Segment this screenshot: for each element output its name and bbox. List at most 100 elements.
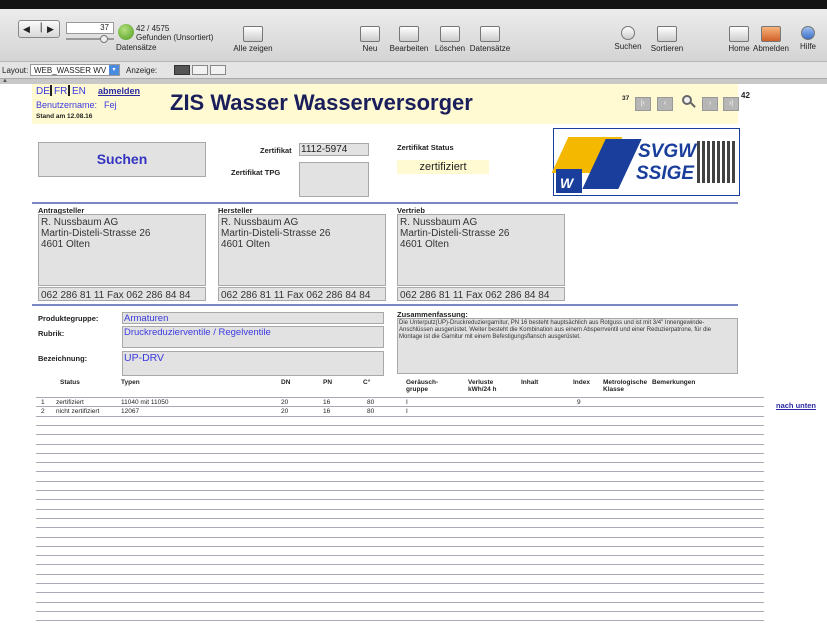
lang-de-link[interactable]: DE bbox=[36, 86, 50, 97]
table-grid-line bbox=[36, 471, 764, 472]
found-label: Gefunden (Unsortiert) bbox=[136, 33, 214, 42]
distributor-address-field[interactable]: R. Nussbaum AG Martin-Disteli-Strasse 26 4… bbox=[397, 214, 565, 286]
col-types-header: Typen bbox=[121, 379, 140, 386]
first-record-button[interactable]: |‹ bbox=[635, 97, 651, 111]
manufacturer-address-field[interactable]: R. Nussbaum AG Martin-Disteli-Strasse 26 4… bbox=[218, 214, 386, 286]
toolbar: ◀ ❘ ▶ 37 42 / 4575 Gefunden (Unsortiert)… bbox=[0, 9, 827, 62]
records-menu-button[interactable]: Datensätze bbox=[468, 26, 512, 53]
logo-ssige-text: SSIGE bbox=[636, 163, 695, 184]
record-number-input[interactable]: 37 bbox=[66, 22, 114, 34]
designation-label: Bezeichnung: bbox=[38, 354, 88, 363]
records-label: Datensätze bbox=[116, 43, 157, 52]
edit-button[interactable]: Bearbeiten bbox=[386, 26, 432, 53]
table-grid-line bbox=[36, 537, 764, 538]
home-button[interactable]: Home bbox=[725, 26, 753, 53]
table-grid-line bbox=[36, 509, 764, 510]
distributor-phone-field[interactable]: 062 286 81 11 Fax 062 286 84 84 bbox=[397, 287, 565, 301]
col-loss-header: Verluste bbox=[468, 379, 494, 386]
lang-divider bbox=[50, 85, 52, 96]
row-types: 12067 bbox=[121, 408, 140, 415]
nav-total-number: 42 bbox=[741, 91, 750, 100]
col-dn-header: DN bbox=[281, 379, 291, 386]
product-group-field[interactable]: Armaturen bbox=[122, 312, 384, 324]
new-button[interactable]: Neu bbox=[355, 26, 385, 53]
table-row[interactable]: 2 nicht zertifiziert 12067 20 16 80 I bbox=[36, 407, 764, 416]
row-dn: 20 bbox=[281, 399, 289, 406]
magnifier-icon bbox=[621, 26, 635, 40]
applicant-phone-field[interactable]: 062 286 81 11 Fax 062 286 84 84 bbox=[38, 287, 206, 301]
next-record-icon[interactable]: ▶ bbox=[47, 24, 54, 35]
certificate-label: Zertifikat bbox=[260, 146, 292, 155]
certificate-status-label: Zertifikat Status bbox=[397, 143, 454, 152]
page-title: ZIS Wasser Wasserversorger bbox=[170, 90, 473, 115]
prev-record-icon[interactable]: ◀ bbox=[23, 24, 30, 35]
applicant-city: 4601 Olten bbox=[41, 239, 90, 250]
table-header: Status Typen DN PN C° Geräusch- gruppe V… bbox=[36, 379, 764, 397]
distributor-name: R. Nussbaum AG bbox=[400, 217, 478, 228]
record-counts: 42 / 4575 bbox=[136, 24, 170, 33]
table-view-icon[interactable] bbox=[210, 65, 226, 75]
category-label: Rubrik: bbox=[38, 329, 65, 338]
col-metro-header-2: Klasse bbox=[603, 386, 624, 393]
home-icon bbox=[729, 26, 749, 42]
next-icon: › bbox=[708, 100, 712, 107]
scroll-down-link[interactable]: nach unten bbox=[776, 401, 816, 410]
logout-link[interactable]: abmelden bbox=[98, 86, 140, 96]
row-noise: I bbox=[406, 408, 408, 415]
form-view-icon[interactable] bbox=[174, 65, 190, 75]
applicant-address-field[interactable]: R. Nussbaum AG Martin-Disteli-Strasse 26 4… bbox=[38, 214, 206, 286]
view-label: Anzeige: bbox=[126, 66, 158, 75]
last-record-button[interactable]: ›| bbox=[723, 97, 739, 111]
certificate-tpg-field[interactable] bbox=[299, 162, 369, 197]
help-button[interactable]: Hilfe bbox=[794, 26, 822, 51]
record-navigator[interactable]: ◀ ❘ ▶ bbox=[18, 20, 60, 38]
table-grid-line bbox=[36, 527, 764, 528]
edit-icon bbox=[399, 26, 419, 42]
col-remarks-header: Bemerkungen bbox=[652, 379, 696, 386]
certificate-status-value: zertifiziert bbox=[397, 160, 489, 174]
layout-bar: Layout: WEB_WASSER WV ▾ Anzeige: bbox=[0, 62, 827, 79]
date-stamp: Stand am 12.08.16 bbox=[36, 113, 93, 120]
row-number: 1 bbox=[41, 399, 45, 406]
next-record-button[interactable]: › bbox=[702, 97, 718, 111]
certificate-number-field[interactable]: 1112-5974 bbox=[299, 143, 369, 156]
row-status: zertifiziert bbox=[56, 399, 84, 406]
layout-label: Layout: bbox=[2, 66, 29, 75]
lang-fr-link[interactable]: FR bbox=[54, 86, 67, 97]
manufacturer-name: R. Nussbaum AG bbox=[221, 217, 299, 228]
sort-button[interactable]: Sortieren bbox=[646, 26, 688, 53]
window-top-bar bbox=[0, 0, 827, 9]
search-big-button[interactable]: Suchen bbox=[38, 142, 206, 177]
collapse-arrow-icon[interactable]: ▲ bbox=[2, 78, 8, 84]
logout-button[interactable]: Abmelden bbox=[751, 26, 791, 53]
manufacturer-phone-field[interactable]: 062 286 81 11 Fax 062 286 84 84 bbox=[218, 287, 386, 301]
table-grid-line bbox=[36, 462, 764, 463]
lang-en-link[interactable]: EN bbox=[72, 86, 86, 97]
new-record-icon bbox=[360, 26, 380, 42]
col-index-header: Index bbox=[573, 379, 590, 386]
prev-icon: ‹ bbox=[663, 100, 667, 107]
table-grid-line bbox=[36, 444, 764, 445]
manufacturer-city: 4601 Olten bbox=[221, 239, 270, 250]
nav-current-number: 37 bbox=[622, 95, 630, 102]
row-temp: 80 bbox=[367, 408, 375, 415]
search-button[interactable]: Suchen bbox=[610, 26, 646, 51]
col-pn-header: PN bbox=[323, 379, 333, 386]
layout-select[interactable]: WEB_WASSER WV ▾ bbox=[30, 64, 120, 76]
row-pn: 16 bbox=[323, 408, 331, 415]
designation-field[interactable]: UP-DRV bbox=[122, 351, 384, 376]
table-grid-line bbox=[36, 499, 764, 500]
summary-field[interactable]: Die Unterputz(UP)-Druckreduziergarnitur,… bbox=[397, 318, 738, 374]
col-temp-header: C° bbox=[363, 379, 371, 386]
show-all-button[interactable]: Alle zeigen bbox=[228, 26, 278, 53]
delete-button[interactable]: Löschen bbox=[430, 26, 470, 53]
record-slider-handle[interactable] bbox=[100, 35, 108, 43]
list-view-icon[interactable] bbox=[192, 65, 208, 75]
category-field[interactable]: Druckreduzierventile / Regelventile bbox=[122, 326, 384, 348]
prev-record-button[interactable]: ‹ bbox=[657, 97, 673, 111]
row-number: 2 bbox=[41, 408, 45, 415]
find-magnifier-icon[interactable] bbox=[680, 94, 696, 110]
row-types: 11040 mit 11050 bbox=[121, 399, 169, 406]
found-set-pie-icon bbox=[118, 24, 134, 40]
logo-w-letter: W bbox=[560, 175, 574, 191]
